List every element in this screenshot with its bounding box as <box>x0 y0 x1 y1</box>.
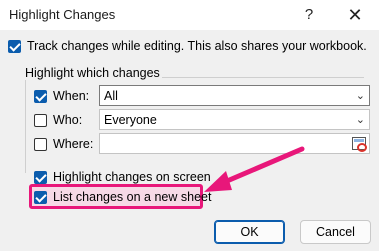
where-option[interactable]: Where: <box>34 137 93 151</box>
range-select-icon[interactable] <box>352 137 367 152</box>
highlight-on-screen-checkbox[interactable] <box>34 170 47 184</box>
title-bar: Highlight Changes ? ✕ <box>0 0 379 30</box>
group-border-left <box>25 77 26 173</box>
close-icon[interactable]: ✕ <box>340 3 370 27</box>
cancel-button[interactable]: Cancel <box>300 220 371 244</box>
ok-button[interactable]: OK <box>214 220 285 244</box>
highlight-on-screen-option[interactable]: Highlight changes on screen <box>34 170 211 184</box>
who-option[interactable]: Who: <box>34 113 82 127</box>
when-label: When: <box>53 89 90 103</box>
list-new-sheet-label: List changes on a new sheet <box>53 190 212 204</box>
group-title: Highlight which changes <box>23 66 162 80</box>
who-dropdown[interactable]: Everyone ⌄ <box>99 109 370 130</box>
track-changes-label: Track changes while editing. This also s… <box>27 39 367 53</box>
list-new-sheet-checkbox[interactable] <box>34 190 47 204</box>
where-checkbox[interactable] <box>34 137 47 151</box>
when-checkbox[interactable] <box>34 89 47 103</box>
dialog-title: Highlight Changes <box>9 7 116 22</box>
when-value: All <box>104 88 118 103</box>
highlight-on-screen-label: Highlight changes on screen <box>53 170 211 184</box>
chevron-down-icon[interactable]: ⌄ <box>356 89 365 102</box>
chevron-down-icon[interactable]: ⌄ <box>356 113 365 126</box>
track-changes-checkbox[interactable] <box>8 39 21 53</box>
list-new-sheet-option[interactable]: List changes on a new sheet <box>34 190 211 204</box>
help-icon[interactable]: ? <box>294 3 324 27</box>
who-value: Everyone <box>104 112 157 127</box>
who-checkbox[interactable] <box>34 113 47 127</box>
where-label: Where: <box>53 137 94 151</box>
track-changes-option[interactable]: Track changes while editing. This also s… <box>8 39 367 53</box>
who-label: Who: <box>53 113 83 127</box>
when-dropdown[interactable]: All ⌄ <box>99 85 370 106</box>
annotation-arrow-icon <box>204 146 305 192</box>
highlight-changes-dialog: Highlight Changes ? ✕ Track changes whil… <box>0 0 379 251</box>
when-option[interactable]: When: <box>34 89 89 103</box>
